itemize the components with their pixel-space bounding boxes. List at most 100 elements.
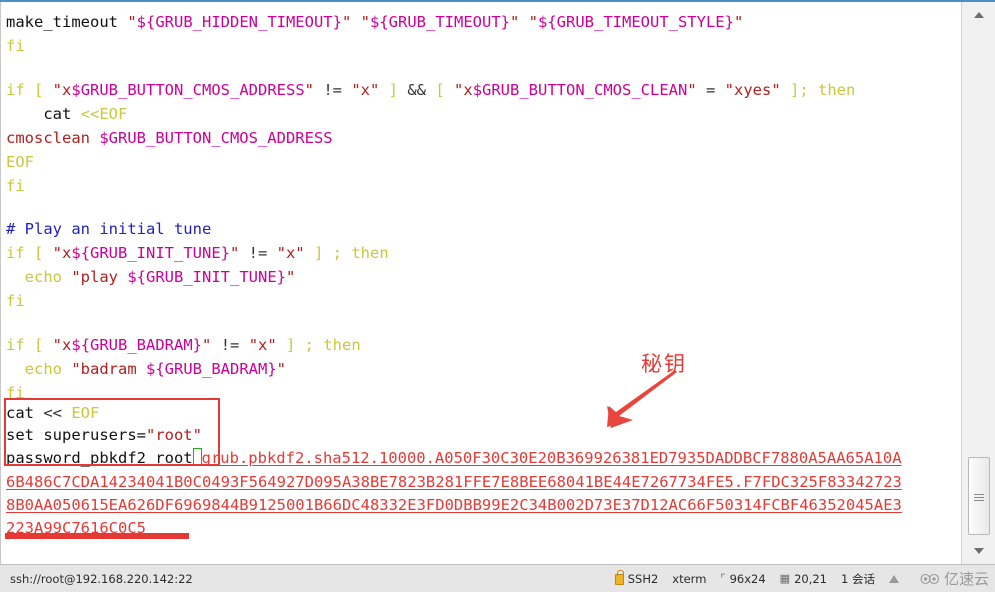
code-token: x: [463, 81, 473, 99]
status-bar: ssh://root@192.168.220.142:22 SSH2 xterm…: [0, 564, 995, 592]
code-line: if [ "x${GRUB_BADRAM}" != "x" ] ; then: [6, 333, 361, 357]
password-directive-text: password_pbkdf2 root: [6, 449, 193, 467]
code-token: ": [304, 81, 324, 99]
code-token: ": [127, 13, 137, 31]
code-token: EOF: [6, 153, 34, 171]
scrollbar-thumb[interactable]: [968, 457, 990, 535]
code-token: [: [34, 81, 53, 99]
code-token: ": [733, 13, 744, 31]
code-token: x: [62, 81, 72, 99]
annotation-arrow-icon: [607, 370, 677, 428]
hash-text: 8B0AA050615EA626DF6969844B9125001B66DC48…: [6, 496, 902, 514]
code-token: ${GRUB_HIDDEN_TIMEOUT}: [136, 13, 342, 31]
code-token: ${GRUB_INIT_TUNE}: [127, 268, 286, 286]
terminal-size-label: 96x24: [729, 571, 766, 586]
annotation-label-secret-key: 秘钥: [641, 352, 687, 376]
code-token: fi: [6, 292, 25, 310]
resize-icon: ⌜: [720, 572, 726, 585]
code-token: x: [62, 336, 72, 354]
code-line: cat << EOF: [6, 401, 99, 425]
code-token: ] ;: [286, 336, 324, 354]
code-token: ": [285, 268, 296, 286]
code-token: echo: [24, 268, 72, 286]
code-token: ": [341, 13, 361, 31]
chevron-down-icon: [974, 548, 984, 554]
code-token: ${GRUB_BADRAM}: [71, 336, 203, 354]
connection-string: ssh://root@192.168.220.142:22: [10, 571, 193, 586]
code-line: EOF: [6, 150, 34, 174]
session-count-label: 1 会话: [841, 571, 875, 586]
code-token: ];: [790, 81, 818, 99]
code-token: $GRUB_BUTTON_CMOS_CLEAN: [472, 81, 688, 99]
code-line: fi: [6, 34, 25, 58]
code-token: [: [34, 336, 53, 354]
code-token: ": [276, 360, 286, 378]
code-token: [: [435, 81, 454, 99]
code-token: [: [34, 244, 53, 262]
code-token: ": [454, 81, 464, 99]
code-token: fi: [6, 37, 25, 55]
code-token: "x": [351, 81, 389, 99]
code-token: ${GRUB_TIMEOUT_STYLE}: [538, 13, 734, 31]
code-token: "play: [71, 268, 128, 286]
status-cursor-position[interactable]: ▦ 20,21: [780, 572, 827, 586]
code-token: fi: [6, 177, 25, 195]
code-token: ${GRUB_INIT_TUNE}: [71, 244, 230, 262]
code-line: make_timeout "${GRUB_HIDDEN_TIMEOUT}" "$…: [6, 10, 743, 34]
code-token: "badram: [71, 360, 146, 378]
watermark-text: 亿速云: [943, 570, 989, 588]
code-token: ${GRUB_TIMEOUT}: [370, 13, 510, 31]
text-cursor: [192, 448, 202, 466]
code-token: ": [509, 13, 529, 31]
status-emulation[interactable]: xterm: [672, 572, 706, 586]
code-token: "x": [276, 244, 314, 262]
status-protocol[interactable]: SSH2: [614, 570, 659, 586]
code-token: !=: [323, 81, 352, 99]
code-token: cat: [6, 105, 81, 123]
code-token: $GRUB_BUTTON_CMOS_ADDRESS: [99, 129, 333, 147]
code-token: ] ;: [314, 244, 352, 262]
scroll-up-button[interactable]: [966, 5, 992, 25]
hash-text: 6B486C7CDA14234041B0C0493F564927D095A38B…: [6, 473, 902, 491]
annotation-red-underline: [5, 533, 189, 539]
status-capture-toggle[interactable]: [888, 574, 899, 583]
code-token: "x": [248, 336, 287, 354]
terminal-output-area[interactable]: make_timeout "${GRUB_HIDDEN_TIMEOUT}" "$…: [0, 2, 961, 564]
watermark: 亿速云: [919, 568, 989, 589]
code-line: # Play an initial tune: [6, 217, 211, 241]
code-token: fi: [6, 384, 25, 402]
code-token: then: [351, 244, 389, 262]
code-token: ": [230, 244, 249, 262]
password-pbkdf2-line: password_pbkdf2 root grub.pbkdf2.sha512.1…: [6, 446, 902, 470]
code-token: # Play an initial tune: [6, 220, 212, 238]
lock-icon: [614, 570, 624, 585]
protocol-label: SSH2: [627, 571, 659, 586]
code-line: cmosclean $GRUB_BUTTON_CMOS_ADDRESS: [6, 126, 333, 150]
code-token: $GRUB_BUTTON_CMOS_ADDRESS: [71, 81, 305, 99]
chevron-up-icon: [974, 12, 984, 18]
status-bar-right-group: SSH2 xterm ⌜ 96x24 ▦ 20,21 1 会话 亿速云: [614, 568, 989, 589]
scroll-down-button[interactable]: [966, 541, 992, 561]
code-line: set superusers="root": [6, 423, 202, 447]
code-token: &&: [407, 81, 436, 99]
code-line: fi: [6, 289, 25, 313]
code-token: cmosclean: [6, 129, 100, 147]
status-terminal-size[interactable]: ⌜ 96x24: [720, 572, 765, 586]
code-line: cat <<EOF: [6, 102, 127, 126]
code-token: if: [6, 336, 34, 354]
status-session-count[interactable]: 1 会话: [841, 571, 875, 587]
code-token: EOF: [71, 404, 100, 422]
code-token: "xyes": [724, 81, 790, 99]
code-token: !=: [220, 336, 249, 354]
code-line: echo "play ${GRUB_INIT_TUNE}": [6, 265, 296, 289]
code-token: then: [818, 81, 856, 99]
vertical-scrollbar[interactable]: [961, 2, 995, 564]
code-line: echo "badram ${GRUB_BADRAM}": [6, 357, 286, 381]
code-token: ]: [388, 81, 408, 99]
code-token: make_timeout: [6, 13, 128, 31]
code-token: set superusers=: [6, 426, 146, 444]
code-token: ": [202, 336, 221, 354]
grip-icon: [974, 492, 984, 501]
